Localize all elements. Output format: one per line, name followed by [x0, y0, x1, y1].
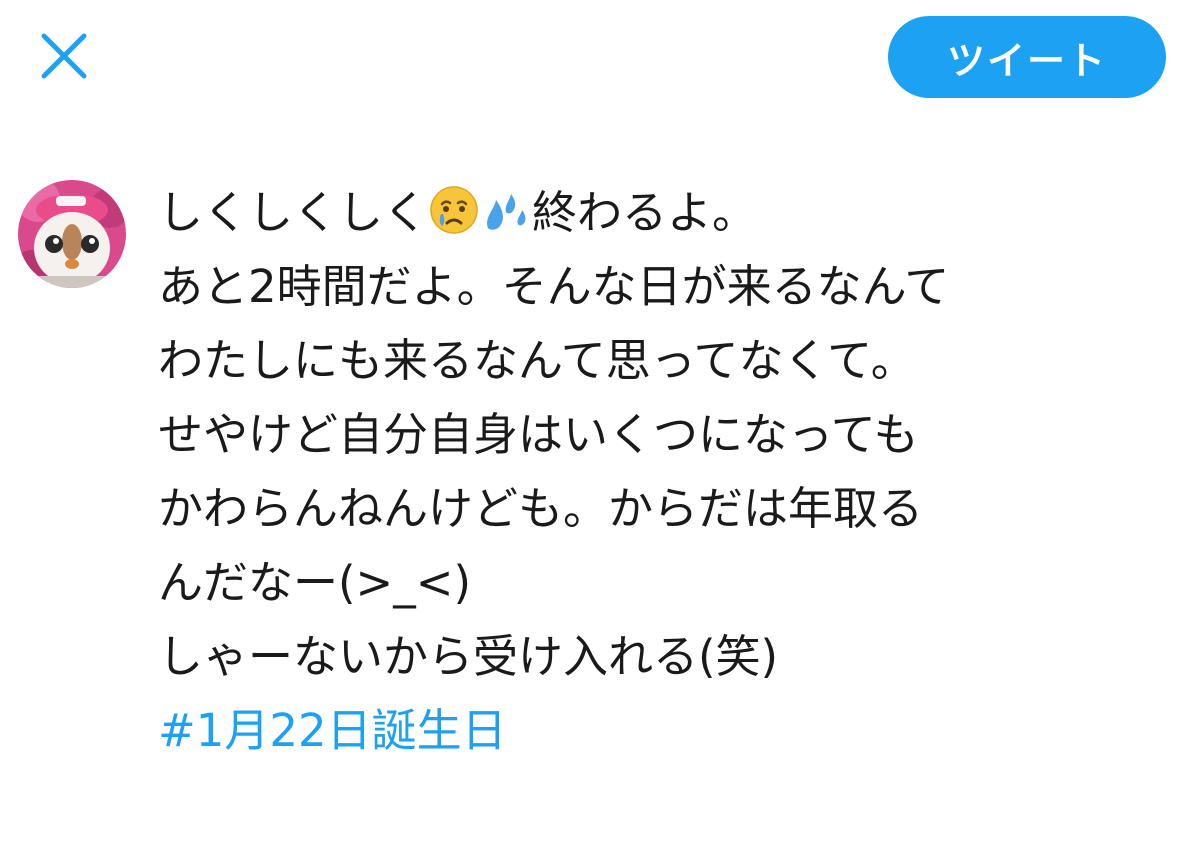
crying-face-emoji: [430, 186, 478, 234]
avatar[interactable]: [18, 180, 126, 288]
tweet-line-1: しくしくしく 終わるよ。: [158, 176, 1168, 250]
tweet-line-4: せやけど自分自身はいくつになっても: [158, 408, 919, 461]
tweet-text-line1-before: しくしくしく: [158, 186, 429, 239]
tweet-button[interactable]: ツイート: [888, 16, 1166, 98]
tweet-line-2: あと2時間だよ。そんな日が来るなんて: [158, 260, 950, 313]
tweet-compose-area[interactable]: しくしくしく 終わるよ。 あと2時間だよ。そんな日が来るなんて わたしにも来るな…: [158, 176, 1168, 768]
tweet-line-6: んだなー(>_<): [158, 556, 472, 609]
tweet-line-3: わたしにも来るなんて思ってなくて。: [158, 334, 916, 387]
tweet-line-5: かわらんねんけども。からだは年取る: [158, 482, 924, 535]
tweet-line-7: しゃーないから受け入れる(笑): [158, 630, 779, 683]
avatar-plush-icon: [18, 180, 126, 288]
close-button[interactable]: [36, 28, 92, 84]
sweat-droplets-emoji: [487, 194, 526, 230]
tweet-text-line1-after: 終わるよ。: [532, 186, 758, 239]
hashtag-link[interactable]: #1月22日誕生日: [158, 694, 1168, 768]
close-icon: [41, 33, 87, 79]
